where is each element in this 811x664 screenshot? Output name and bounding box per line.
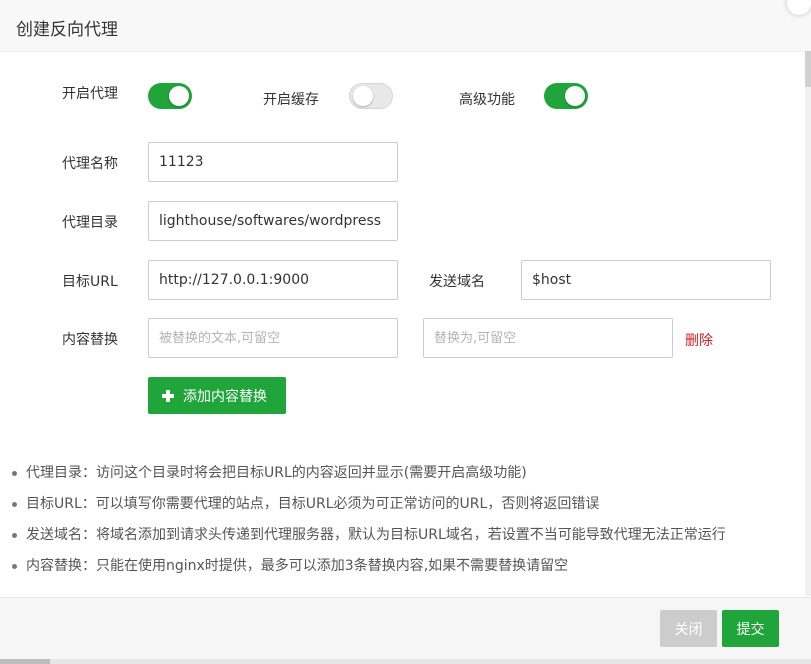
scrollbar-thumb[interactable] <box>805 51 811 87</box>
proxy-dir-label: 代理目录 <box>62 215 118 231</box>
close-button[interactable]: 关闭 <box>660 610 717 647</box>
bullet-icon <box>12 502 17 507</box>
toggle-cache-label: 开启缓存 <box>263 92 319 108</box>
create-reverse-proxy-dialog: 创建反向代理 开启代理 开启缓存 高级功能 代理名称 代理目录 目标URL 发送… <box>0 0 811 664</box>
advanced-features-switch[interactable] <box>544 83 588 109</box>
proxy-name-label: 代理名称 <box>62 156 118 172</box>
bullet-icon <box>12 471 17 476</box>
help-item-text: 目标URL：可以填写你需要代理的站点，目标URL必须为可正常访问的URL，否则将… <box>26 496 600 512</box>
dialog-title: 创建反向代理 <box>16 20 118 40</box>
toggle-proxy-label: 开启代理 <box>62 86 118 102</box>
submit-button[interactable]: 提交 <box>722 610 779 647</box>
replace-to-input[interactable] <box>423 318 673 358</box>
add-content-replace-button[interactable]: 添加内容替换 <box>148 377 286 414</box>
dialog-header: 创建反向代理 <box>0 0 811 52</box>
replace-from-input[interactable] <box>148 318 398 358</box>
help-item-text: 发送域名：将域名添加到请求头传递到代理服务器，默认为目标URL域名，若设置不当可… <box>26 527 726 543</box>
target-url-input[interactable] <box>148 260 398 300</box>
horizontal-scrollbar-thumb[interactable] <box>0 659 50 664</box>
switch-knob <box>353 86 373 106</box>
bullet-icon <box>12 564 17 569</box>
plus-icon <box>162 389 174 402</box>
help-item: 内容替换：只能在使用nginx时提供，最多可以添加3条替换内容,如果不需要替换请… <box>0 554 800 585</box>
send-domain-label: 发送域名 <box>429 274 485 290</box>
enable-proxy-switch[interactable] <box>148 83 192 109</box>
bullet-icon <box>12 533 17 538</box>
delete-replace-link[interactable]: 删除 <box>685 330 713 350</box>
proxy-dir-input[interactable] <box>148 201 398 241</box>
toggle-advanced-label: 高级功能 <box>459 92 515 108</box>
help-item: 代理目录：访问这个目录时将会把目标URL的内容返回并显示(需要开启高级功能) <box>0 461 800 492</box>
switch-knob <box>565 86 585 106</box>
help-notes: 代理目录：访问这个目录时将会把目标URL的内容返回并显示(需要开启高级功能) 目… <box>0 461 800 585</box>
horizontal-scrollbar-track[interactable] <box>0 659 811 664</box>
help-item: 发送域名：将域名添加到请求头传递到代理服务器，默认为目标URL域名，若设置不当可… <box>0 523 800 554</box>
add-content-replace-label: 添加内容替换 <box>183 388 267 405</box>
help-item-text: 内容替换：只能在使用nginx时提供，最多可以添加3条替换内容,如果不需要替换请… <box>26 558 569 574</box>
help-item-text: 代理目录：访问这个目录时将会把目标URL的内容返回并显示(需要开启高级功能) <box>26 465 527 481</box>
send-domain-input[interactable] <box>521 260 771 300</box>
switch-knob <box>169 86 189 106</box>
target-url-label: 目标URL <box>62 274 118 290</box>
dialog-footer: 关闭 提交 <box>0 597 811 660</box>
proxy-name-input[interactable] <box>148 142 398 182</box>
enable-cache-switch[interactable] <box>349 83 393 109</box>
content-replace-label: 内容替换 <box>62 332 118 348</box>
help-item: 目标URL：可以填写你需要代理的站点，目标URL必须为可正常访问的URL，否则将… <box>0 492 800 523</box>
scrollbar-track[interactable] <box>805 51 811 596</box>
